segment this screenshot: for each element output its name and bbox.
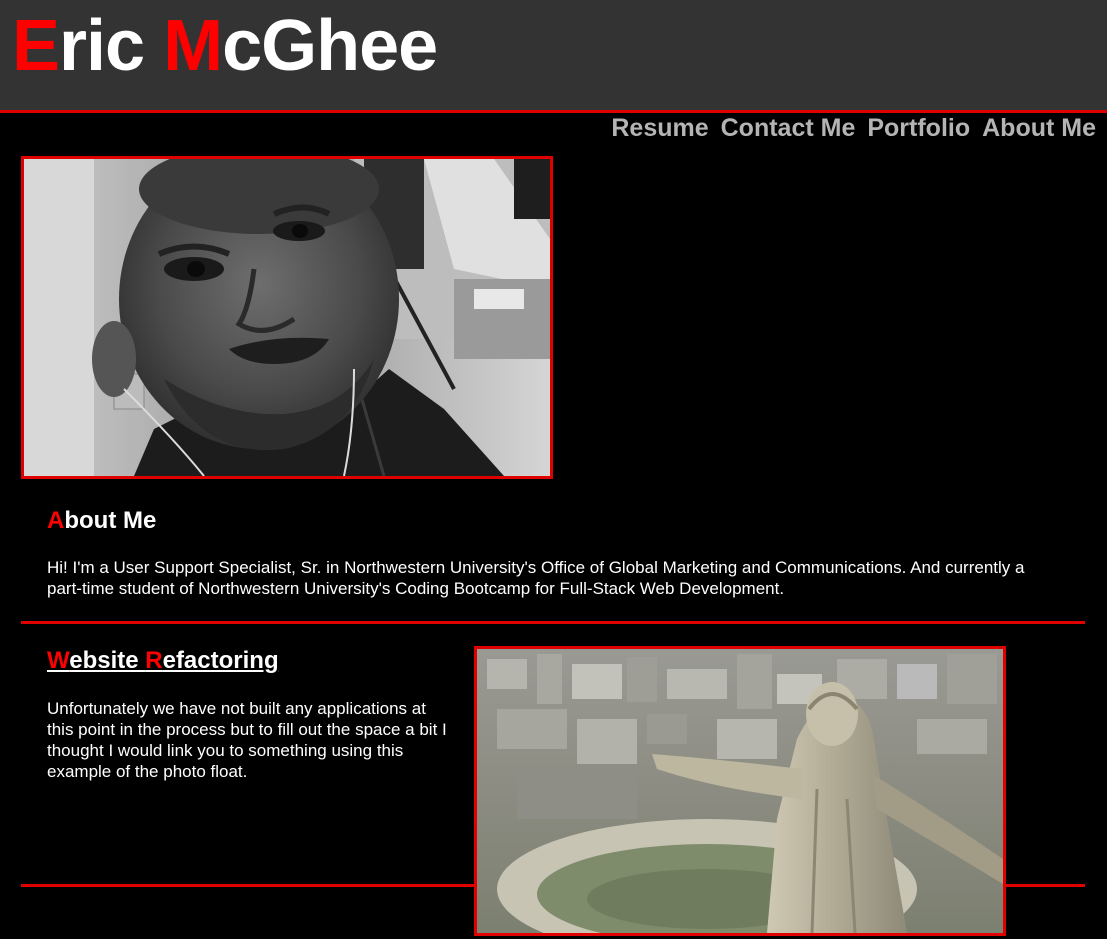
title-initial-m: M [163, 6, 223, 86]
refactor-heading-text-efactoring: efactoring [162, 647, 279, 674]
about-heading-initial: A [47, 507, 65, 534]
site-title: Eric McGhee [12, 4, 438, 88]
statue-photo [474, 646, 1006, 936]
nav-link-about-me[interactable]: About Me [982, 114, 1096, 142]
profile-photo [21, 156, 553, 479]
nav-link-contact-me[interactable]: Contact Me [721, 114, 856, 142]
title-text-ric: ric [59, 6, 164, 86]
site-header: Eric McGhee [0, 0, 1107, 113]
section-divider-top [21, 621, 1085, 624]
refactor-heading-initial-r: R [145, 647, 163, 674]
about-heading: About Me [47, 506, 156, 536]
refactor-heading[interactable]: Website Refactoring [47, 646, 279, 676]
nav-link-resume[interactable]: Resume [611, 114, 708, 142]
title-text-cghee: cGhee [222, 6, 438, 86]
about-heading-text: bout Me [64, 507, 157, 534]
refactor-heading-text-ebsite: ebsite [69, 647, 146, 674]
nav-link-portfolio[interactable]: Portfolio [867, 114, 970, 142]
title-initial-e: E [12, 6, 60, 86]
refactor-heading-initial-w: W [47, 647, 70, 674]
refactor-paragraph: Unfortunately we have not built any appl… [47, 699, 447, 781]
about-paragraph: Hi! I'm a User Support Specialist, Sr. i… [47, 558, 1025, 598]
main-nav: Resume Contact Me Portfolio About Me [611, 114, 1096, 142]
